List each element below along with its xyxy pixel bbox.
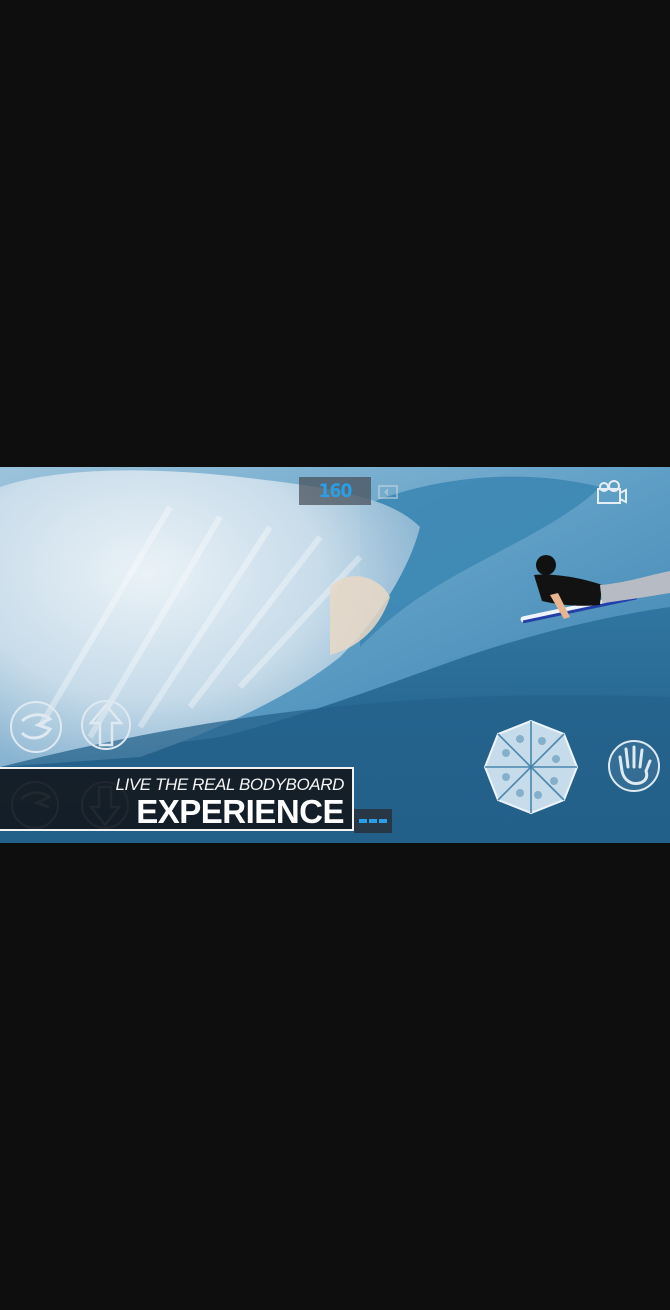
camera-icon bbox=[597, 480, 627, 504]
loading-indicator bbox=[354, 809, 392, 833]
grab-button[interactable] bbox=[606, 737, 662, 795]
trick-button[interactable] bbox=[8, 699, 64, 755]
screen: 160 LIVE THE REAL BODYBOARD EXPERIENCE bbox=[0, 0, 670, 1310]
arrow-up-icon bbox=[81, 700, 131, 750]
game-viewport[interactable]: 160 LIVE THE REAL BODYBOARD EXPERIENCE bbox=[0, 467, 670, 843]
loading-dash bbox=[369, 819, 377, 823]
retry-icon bbox=[378, 485, 398, 499]
loading-dash bbox=[379, 819, 387, 823]
score-value: 160 bbox=[318, 480, 353, 502]
up-button[interactable] bbox=[79, 697, 133, 753]
hand-grab-icon bbox=[608, 740, 660, 792]
spin-button[interactable] bbox=[482, 719, 580, 815]
trick-swirl-icon bbox=[10, 701, 62, 753]
promo-banner: LIVE THE REAL BODYBOARD EXPERIENCE bbox=[0, 767, 354, 831]
loading-dash bbox=[359, 819, 367, 823]
camera-button[interactable] bbox=[594, 479, 628, 509]
score-display: 160 bbox=[299, 477, 371, 505]
promo-tagline: LIVE THE REAL BODYBOARD bbox=[115, 775, 344, 794]
spin-wheel-icon bbox=[483, 719, 579, 815]
retry-button[interactable] bbox=[375, 481, 401, 503]
promo-headline: EXPERIENCE bbox=[136, 793, 344, 830]
